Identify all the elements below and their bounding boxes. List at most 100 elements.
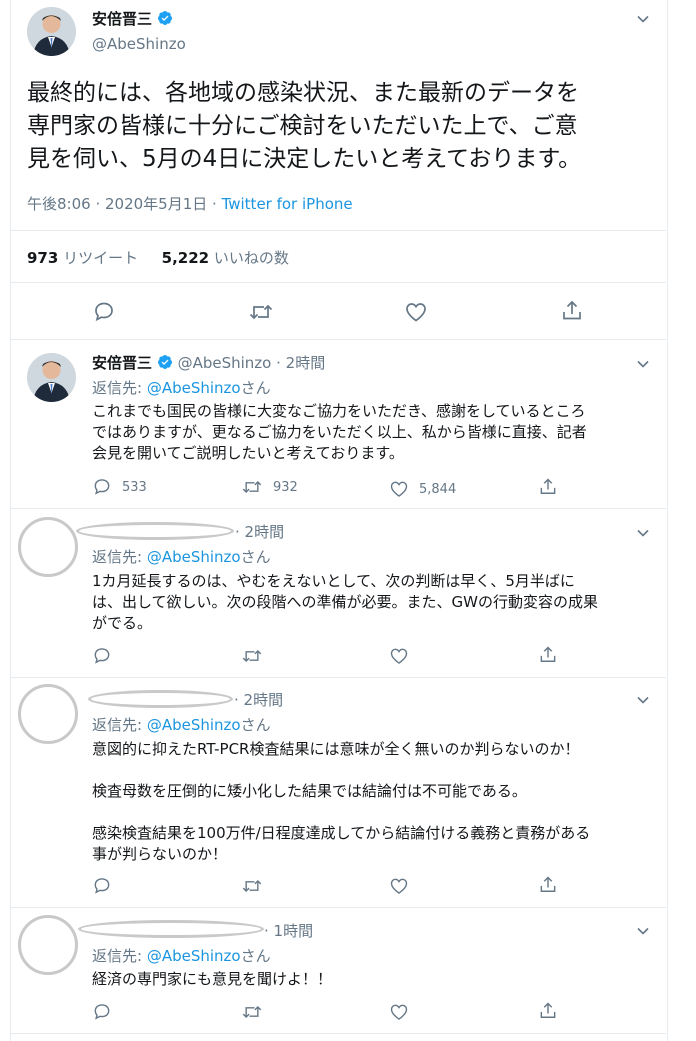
- divider: [10, 677, 666, 678]
- like-icon[interactable]: [404, 300, 428, 324]
- reply-action[interactable]: 533: [92, 477, 147, 497]
- replying-to: 返信先: @AbeShinzoさん: [92, 945, 271, 966]
- retweet-icon[interactable]: [241, 876, 263, 896]
- replying-to: 返信先: @AbeShinzoさん: [92, 377, 271, 398]
- like-action[interactable]: 5,844: [389, 479, 456, 499]
- replying-to: 返信先: @AbeShinzoさん: [92, 714, 271, 735]
- reply-text-line: これまでも国民の皆様に大変なご協力をいただき、感謝をしているところ: [92, 402, 586, 420]
- tweet-timestamp[interactable]: 午後8:06 · 2020年5月1日 ·: [27, 195, 222, 213]
- reply-icon[interactable]: [92, 300, 116, 324]
- reply-text: 1カ月延長するのは、やむをえないとして、次の判断は早く、5月半ばに は、出して欲…: [92, 571, 652, 634]
- chevron-down-icon[interactable]: [636, 357, 650, 371]
- tweet-timestamp[interactable]: · 2時間: [276, 354, 325, 372]
- chevron-down-icon[interactable]: [636, 693, 650, 707]
- reply-text-line: 感染検査結果を100万件/日程度達成してから結論付ける義務と責務がある: [92, 824, 591, 842]
- tweet-text-line: 見を伺い、5月の4日に決定したいと考えております。: [27, 146, 582, 172]
- avatar[interactable]: [27, 353, 76, 402]
- tweet-source-link[interactable]: Twitter for iPhone: [222, 195, 353, 213]
- reply-text-line: 経済の専門家にも意見を聞けよ！！: [92, 970, 333, 988]
- reply-text: これまでも国民の皆様に大変なご協力をいただき、感謝をしているところ ではあります…: [92, 401, 652, 464]
- reply-text: 経済の専門家にも意見を聞けよ！！: [92, 969, 652, 990]
- retweet-icon[interactable]: [241, 477, 263, 497]
- verified-badge-icon: [158, 11, 173, 25]
- replying-to-suffix: さん: [240, 947, 271, 965]
- divider: [10, 339, 666, 340]
- tweet-text-line: 最終的には、各地域の感染状況、また最新のデータを: [27, 80, 579, 106]
- tweet-timestamp[interactable]: · 2時間: [235, 521, 284, 542]
- reply-text-line: 事が判らないのか！: [92, 845, 228, 863]
- reply-text-line: 検査母数を圧倒的に矮小化した結果では結論付は不可能である。: [92, 782, 527, 800]
- reply-icon[interactable]: [92, 876, 112, 896]
- replying-to-link[interactable]: @AbeShinzo: [147, 947, 241, 965]
- chevron-down-icon[interactable]: [636, 526, 650, 540]
- reply-text-line: 意図的に抑えたRT-PCR検査結果には意味が全く無いのか判らないのか！: [92, 740, 580, 758]
- reply-text-line: 会見を開いてご説明したいと考えております。: [92, 444, 404, 462]
- reply-text-line: がでる。: [92, 614, 153, 632]
- divider: [10, 1033, 666, 1034]
- reply-icon[interactable]: [92, 477, 112, 497]
- like-icon[interactable]: [389, 1002, 409, 1022]
- like-count: 5,844: [419, 481, 457, 497]
- retweet-icon[interactable]: [241, 646, 263, 666]
- tweet-stats: 973 リツイート 5,222 いいねの数: [27, 247, 289, 268]
- author-name[interactable]: 安倍晋三: [92, 354, 152, 372]
- chevron-down-icon[interactable]: [636, 12, 650, 26]
- redacted-avatar[interactable]: [18, 915, 78, 975]
- reply-text-line: [92, 760, 652, 781]
- retweets-count[interactable]: 973: [27, 249, 58, 267]
- replying-to-link[interactable]: @AbeShinzo: [147, 379, 241, 397]
- avatar[interactable]: [27, 7, 76, 56]
- reply-icon[interactable]: [92, 646, 112, 666]
- scrollbar[interactable]: [684, 0, 696, 1041]
- reply-text-line: [92, 802, 652, 823]
- likes-label[interactable]: いいねの数: [214, 249, 289, 267]
- share-icon[interactable]: [538, 477, 558, 497]
- reply-icon[interactable]: [92, 1002, 112, 1022]
- avatar-photo: [27, 7, 76, 56]
- redacted-avatar[interactable]: [18, 684, 78, 744]
- replying-to-suffix: さん: [240, 716, 271, 734]
- divider: [10, 230, 666, 231]
- like-icon[interactable]: [389, 479, 409, 499]
- tweet-timestamp[interactable]: · 1時間: [264, 920, 313, 941]
- reply-text-line: は、出して欲しい。次の段階への準備が必要。また、GWの行動変容の成果: [92, 593, 599, 611]
- replying-to-suffix: さん: [240, 548, 271, 566]
- redacted-avatar[interactable]: [18, 517, 78, 577]
- replying-to: 返信先: @AbeShinzoさん: [92, 546, 271, 567]
- replying-to-label: 返信先:: [92, 947, 147, 965]
- divider: [10, 907, 666, 908]
- divider: [10, 508, 666, 509]
- retweet-count: 932: [273, 479, 298, 495]
- tweet-text-line: 専門家の皆様に十分にご検討をいただいた上で、ご意: [27, 113, 578, 139]
- chevron-down-icon[interactable]: [636, 924, 650, 938]
- redacted-name[interactable]: [88, 690, 233, 708]
- reply-text: 意図的に抑えたRT-PCR検査結果には意味が全く無いのか判らないのか！ 検査母数…: [92, 739, 652, 865]
- share-icon[interactable]: [560, 299, 584, 323]
- replying-to-link[interactable]: @AbeShinzo: [147, 716, 241, 734]
- replying-to-label: 返信先:: [92, 716, 147, 734]
- reply-text-line: 1カ月延長するのは、やむをえないとして、次の判断は早く、5月半ばに: [92, 572, 575, 590]
- verified-badge-icon: [157, 355, 172, 369]
- avatar-photo: [27, 353, 76, 402]
- author-name[interactable]: 安倍晋三: [92, 10, 152, 28]
- replying-to-link[interactable]: @AbeShinzo: [147, 548, 241, 566]
- share-icon[interactable]: [538, 645, 558, 665]
- like-icon[interactable]: [389, 646, 409, 666]
- redacted-name[interactable]: [78, 920, 264, 938]
- retweets-label[interactable]: リツイート: [63, 249, 138, 267]
- author-handle[interactable]: @AbeShinzo: [92, 35, 186, 53]
- retweet-action[interactable]: 932: [241, 477, 298, 497]
- like-icon[interactable]: [389, 876, 409, 896]
- redacted-name[interactable]: [76, 522, 234, 540]
- retweet-icon[interactable]: [248, 300, 274, 324]
- likes-count[interactable]: 5,222: [162, 249, 209, 267]
- tweet-timestamp[interactable]: · 2時間: [234, 689, 283, 710]
- tweet-text: 最終的には、各地域の感染状況、また最新のデータを 専門家の皆様に十分にご検討をい…: [27, 77, 657, 176]
- reply-text-line: ではありますが、更なるご協力をいただく以上、私から皆様に直接、記者: [92, 423, 587, 441]
- share-icon[interactable]: [538, 875, 558, 895]
- divider: [10, 282, 666, 283]
- retweet-icon[interactable]: [241, 1002, 263, 1022]
- reply-count: 533: [122, 479, 147, 495]
- share-icon[interactable]: [538, 1001, 558, 1021]
- author-handle[interactable]: @AbeShinzo: [178, 354, 272, 372]
